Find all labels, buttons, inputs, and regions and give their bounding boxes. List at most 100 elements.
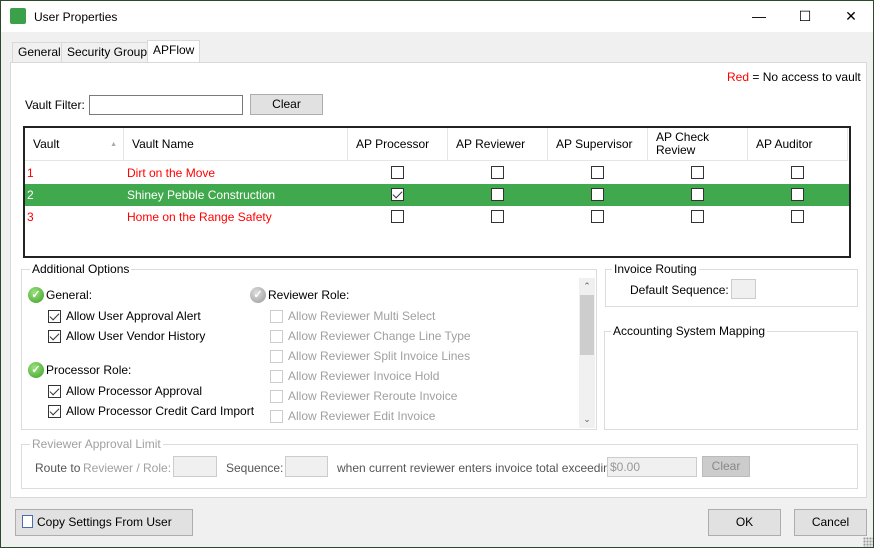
column-header-vault[interactable]: Vault ▲	[25, 128, 124, 161]
ap-auditor-checkbox[interactable]	[791, 188, 804, 201]
ap-auditor-checkbox[interactable]	[791, 210, 804, 223]
option-checkbox[interactable]	[270, 349, 283, 363]
sequence-label: Sequence:	[226, 461, 284, 475]
invoice-routing-title: Invoice Routing	[612, 262, 699, 276]
ap-check-review-checkbox[interactable]	[691, 188, 704, 201]
copy-document-icon	[22, 515, 33, 528]
legend-text: = No access to vault	[752, 70, 861, 84]
invoice-routing-group: Invoice Routing Default Sequence:	[605, 262, 858, 307]
sort-ascending-icon: ▲	[110, 140, 117, 148]
option-checkbox[interactable]	[270, 409, 283, 423]
column-header-ap-supervisor[interactable]: AP Supervisor	[548, 128, 648, 161]
gray-check-icon: ✓	[250, 287, 266, 303]
column-header-ap-check-review[interactable]: AP Check Review	[648, 128, 748, 161]
option-reviewer-5[interactable]: Allow Reviewer Edit Invoice	[270, 409, 435, 423]
option-reviewer-1[interactable]: Allow Reviewer Change Line Type	[270, 329, 471, 343]
reviewer-role-label: Reviewer / Role:	[83, 461, 172, 475]
exceeding-label: when current reviewer enters invoice tot…	[337, 461, 620, 475]
app-icon	[10, 8, 26, 24]
option-processor-1[interactable]: Allow Processor Credit Card Import	[48, 404, 254, 418]
option-checkbox[interactable]	[270, 369, 283, 383]
option-label: Allow Reviewer Change Line Type	[288, 329, 471, 343]
ap-reviewer-checkbox[interactable]	[491, 188, 504, 201]
sequence-input[interactable]	[285, 456, 328, 477]
cancel-button[interactable]: Cancel	[794, 509, 867, 536]
ap-check-review-checkbox[interactable]	[691, 210, 704, 223]
ok-button[interactable]: OK	[708, 509, 781, 536]
accounting-system-mapping-group: Accounting System Mapping	[604, 324, 858, 430]
table-row[interactable]: 2 Shiney Pebble Construction	[25, 184, 849, 206]
tab-apflow[interactable]: APFlow	[147, 40, 201, 62]
option-reviewer-2[interactable]: Allow Reviewer Split Invoice Lines	[270, 349, 470, 363]
section-label: Reviewer Role:	[268, 288, 350, 302]
copy-settings-button[interactable]: Copy Settings From User	[15, 509, 193, 536]
option-checkbox[interactable]	[270, 329, 283, 343]
option-label: Allow User Vendor History	[66, 329, 206, 343]
option-checkbox[interactable]	[270, 389, 283, 403]
table-row[interactable]: 3 Home on the Range Safety	[25, 206, 849, 228]
option-checkbox[interactable]	[48, 309, 61, 323]
column-header-ap-processor[interactable]: AP Processor	[348, 128, 448, 161]
option-checkbox[interactable]	[48, 329, 61, 343]
option-label: Allow Processor Approval	[66, 384, 203, 398]
title-bar: User Properties — ☐ ✕	[1, 1, 873, 32]
options-scrollbar[interactable]: ⌃ ⌄	[579, 278, 595, 428]
close-icon[interactable]: ✕	[828, 1, 874, 32]
tab-security-groups[interactable]: Security Groups	[61, 42, 160, 62]
table-row[interactable]: 1 Dirt on the Move	[25, 162, 849, 184]
ap-supervisor-checkbox[interactable]	[591, 166, 604, 179]
ap-processor-checkbox[interactable]	[391, 210, 404, 223]
scroll-up-icon[interactable]: ⌃	[579, 278, 595, 295]
minimize-icon[interactable]: —	[736, 1, 782, 32]
window-title: User Properties	[34, 10, 118, 24]
processor-section-header: ✓ Processor Role:	[28, 362, 131, 378]
amount-clear-button[interactable]: Clear	[702, 456, 750, 477]
ap-reviewer-checkbox[interactable]	[491, 166, 504, 179]
column-header-label: Vault Name	[132, 136, 194, 151]
ap-processor-checkbox[interactable]	[391, 166, 404, 179]
column-header-ap-auditor[interactable]: AP Auditor	[748, 128, 848, 161]
column-header-ap-reviewer[interactable]: AP Reviewer	[448, 128, 548, 161]
option-reviewer-3[interactable]: Allow Reviewer Invoice Hold	[270, 369, 439, 383]
vault-filter-input[interactable]	[89, 95, 243, 115]
default-sequence-label: Default Sequence:	[630, 283, 729, 297]
option-processor-0[interactable]: Allow Processor Approval	[48, 384, 202, 398]
scroll-down-icon[interactable]: ⌄	[579, 411, 595, 428]
ap-check-review-checkbox[interactable]	[691, 166, 704, 179]
option-label: Allow Reviewer Multi Select	[288, 309, 436, 323]
default-sequence-input[interactable]	[731, 279, 756, 299]
tab-general[interactable]: General	[12, 42, 67, 62]
column-header-label: AP Processor	[356, 136, 430, 151]
column-header-vault-name[interactable]: Vault Name	[124, 128, 348, 161]
additional-options-title: Additional Options	[30, 262, 132, 276]
ap-reviewer-checkbox[interactable]	[491, 210, 504, 223]
amount-input[interactable]	[607, 457, 697, 477]
reviewer-role-input[interactable]	[173, 456, 217, 477]
option-reviewer-0[interactable]: Allow Reviewer Multi Select	[270, 309, 435, 323]
vault-filter-clear-button[interactable]: Clear	[250, 94, 323, 115]
vault-name-cell: Home on the Range Safety	[127, 210, 272, 224]
ap-processor-checkbox[interactable]	[391, 188, 404, 201]
option-checkbox[interactable]	[48, 384, 61, 398]
column-header-label: AP Check Review	[656, 130, 710, 157]
option-label: Allow Reviewer Invoice Hold	[288, 369, 440, 383]
vault-grid: Vault ▲ Vault Name AP Processor AP Reviewer A…	[23, 126, 851, 258]
legend-red-word: Red	[727, 70, 750, 84]
user-properties-window: User Properties — ☐ ✕ General Security G…	[0, 0, 874, 548]
option-checkbox[interactable]	[270, 309, 283, 323]
accounting-mapping-title: Accounting System Mapping	[611, 324, 768, 338]
option-label: Allow Reviewer Split Invoice Lines	[288, 349, 471, 363]
ap-supervisor-checkbox[interactable]	[591, 188, 604, 201]
ap-auditor-checkbox[interactable]	[791, 166, 804, 179]
option-general-1[interactable]: Allow User Vendor History	[48, 329, 205, 343]
option-general-0[interactable]: Allow User Approval Alert	[48, 309, 201, 323]
general-section-header: ✓ General:	[28, 287, 92, 303]
route-to-label: Route to	[35, 461, 81, 475]
resize-grip-icon[interactable]	[863, 537, 873, 547]
maximize-icon[interactable]: ☐	[782, 1, 828, 32]
option-checkbox[interactable]	[48, 404, 61, 418]
column-header-label: AP Supervisor	[556, 136, 633, 151]
option-reviewer-4[interactable]: Allow Reviewer Reroute Invoice	[270, 389, 457, 403]
ap-supervisor-checkbox[interactable]	[591, 210, 604, 223]
scroll-thumb[interactable]	[580, 295, 594, 355]
